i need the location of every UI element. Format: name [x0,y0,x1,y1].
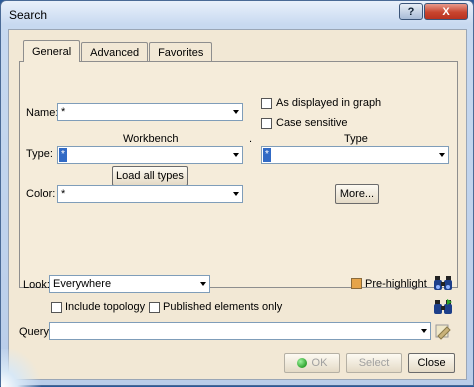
query-label: Query: [19,326,53,338]
search-window: Search ? X General Advanced Favorites Na… [0,0,474,387]
as-displayed-label: As displayed in graph [276,97,382,109]
select-button[interactable]: Select [346,353,402,373]
ok-status-icon [296,358,307,368]
chevron-down-icon[interactable] [233,110,239,114]
include-topology-checkbox[interactable] [51,302,62,313]
workbench-combo[interactable]: * [57,146,243,164]
desktop-corner-glow [1,349,45,387]
tab-advanced[interactable]: Advanced [81,42,149,62]
color-label: Color: [26,188,56,200]
workbench-header: Workbench [123,133,179,145]
pre-highlight-checkbox[interactable] [351,278,362,289]
type-value: * [263,148,271,162]
pre-highlight-label: Pre-highlight [365,278,427,290]
color-value: * [61,188,66,200]
title-bar[interactable]: Search ? X [1,1,473,29]
chevron-down-icon[interactable] [233,192,239,196]
chevron-down-icon[interactable] [439,153,445,157]
include-topology-label: Include topology [65,301,146,313]
look-combo[interactable]: Everywhere [49,275,210,293]
more-button[interactable]: More... [335,184,379,204]
case-sensitive-checkbox[interactable] [261,118,272,129]
binoculars-forward-icon[interactable] [431,296,455,318]
case-sensitive-label: Case sensitive [276,117,348,129]
published-only-label: Published elements only [163,301,283,313]
query-combo[interactable] [49,322,431,340]
color-combo[interactable]: * [57,185,243,203]
dialog-body: General Advanced Favorites Name: * As di… [8,29,467,380]
type-label: Type: [26,148,53,160]
tab-general[interactable]: General [23,40,81,62]
name-combo[interactable]: * [57,103,243,121]
window-close-button[interactable]: X [424,3,468,20]
separator-dot: . [249,133,253,145]
look-value: Everywhere [53,278,112,290]
eraser-icon[interactable] [431,320,455,342]
as-displayed-checkbox[interactable] [261,98,272,109]
ok-button[interactable]: OK [284,353,340,373]
close-button[interactable]: Close [408,353,455,373]
published-only-checkbox[interactable] [149,302,160,313]
workbench-value: * [59,148,67,162]
type-combo[interactable]: * [261,146,449,164]
tab-bar: General Advanced Favorites [23,40,213,62]
tab-favorites[interactable]: Favorites [149,42,213,62]
look-label: Look: [23,279,50,291]
name-value: * [61,106,66,118]
chevron-down-icon[interactable] [200,282,206,286]
window-title: Search [9,8,48,22]
chevron-down-icon[interactable] [421,329,427,333]
type-header: Type [344,133,368,145]
load-all-types-button[interactable]: Load all types [112,166,188,186]
ok-label: OK [311,357,328,369]
binoculars-icon[interactable] [431,272,455,294]
name-label: Name: [26,107,59,119]
chevron-down-icon[interactable] [233,153,239,157]
general-panel: Name: * As displayed in graph Case sensi… [19,61,458,288]
help-button[interactable]: ? [399,3,423,20]
